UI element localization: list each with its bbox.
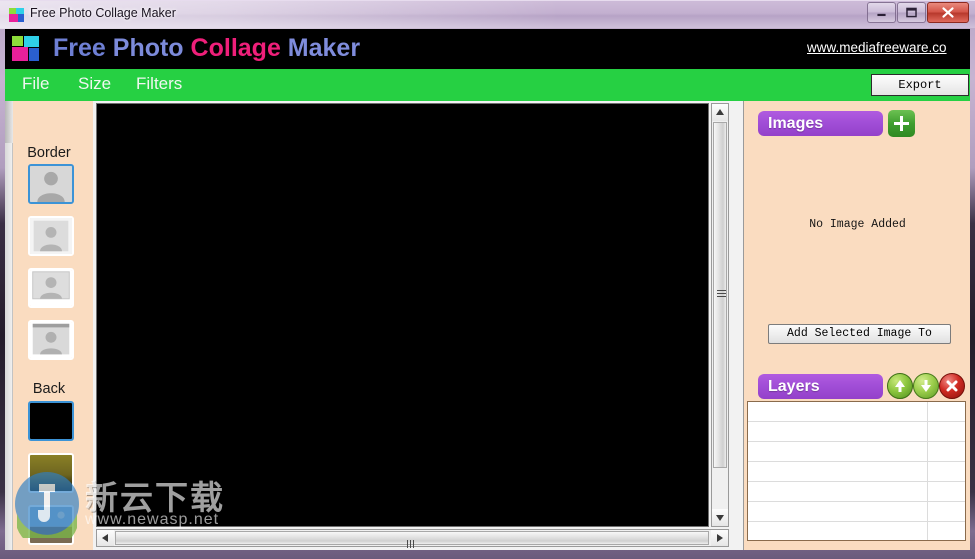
no-image-message: No Image Added <box>809 218 906 231</box>
layers-column-divider <box>927 402 928 540</box>
black-color-fill <box>30 403 72 439</box>
scroll-up-button[interactable] <box>712 104 728 121</box>
website-link[interactable]: www.mediafreeware.co <box>807 40 947 55</box>
sidebar-scrollbar-thumb[interactable] <box>5 101 13 143</box>
plus-icon <box>900 116 903 131</box>
border-section-label: Border <box>27 145 71 161</box>
scroll-right-button[interactable] <box>711 530 728 546</box>
close-icon <box>942 7 954 18</box>
table-row[interactable] <box>748 462 965 482</box>
brand-header: Free Photo Collage Maker www.mediafreewa… <box>5 29 970 69</box>
menu-item-filters[interactable]: Filters <box>136 74 182 94</box>
scroll-grip-icon <box>717 290 726 300</box>
move-layer-down-button[interactable] <box>913 373 939 399</box>
back-swatch-black[interactable] <box>28 401 74 441</box>
back-swatch-photo[interactable] <box>28 505 74 545</box>
canvas-hscroll-thumb[interactable] <box>115 531 709 548</box>
scroll-grip-icon <box>407 535 417 548</box>
add-image-button[interactable] <box>888 110 915 137</box>
canvas-container <box>93 101 743 550</box>
minimize-button[interactable] <box>867 2 896 23</box>
scroll-left-icon <box>102 534 108 542</box>
title-bar[interactable]: Free Photo Collage Maker <box>0 0 975 29</box>
left-sidebar: Border Back <box>5 101 93 550</box>
arrow-up-icon <box>895 380 905 392</box>
table-row[interactable] <box>748 422 965 442</box>
maximize-button[interactable] <box>897 2 926 23</box>
application-window: Free Photo Collage Maker Free Photo Coll… <box>0 0 975 559</box>
menu-item-file[interactable]: File <box>22 74 49 94</box>
right-panel: Images No Image Added Add Selected Image… <box>743 101 970 550</box>
main-body: Border Back Images No Image Added Add Se… <box>5 101 970 550</box>
export-button[interactable]: Export <box>871 74 969 96</box>
scroll-up-icon <box>716 109 724 115</box>
application-content: Free Photo Collage Maker www.mediafreewa… <box>5 29 970 550</box>
border-swatch-2[interactable] <box>28 216 74 256</box>
table-row[interactable] <box>748 482 965 502</box>
scroll-down-button[interactable] <box>712 509 728 526</box>
collage-logo-icon <box>12 36 39 61</box>
app-collage-icon <box>9 8 24 22</box>
table-row[interactable] <box>748 522 965 540</box>
person-placeholder-icon <box>30 218 72 254</box>
delete-x-icon <box>946 380 958 392</box>
border-swatch-4[interactable] <box>28 320 74 360</box>
border-swatch-1[interactable] <box>28 164 74 204</box>
table-row[interactable] <box>748 442 965 462</box>
close-button[interactable] <box>927 2 969 23</box>
images-list[interactable]: No Image Added <box>744 143 970 343</box>
layers-list[interactable] <box>747 401 966 541</box>
arrow-down-icon <box>921 380 931 392</box>
brand-word-maker: Maker <box>287 34 361 62</box>
olive-gradient-fill <box>30 455 72 491</box>
menu-bar: File Size Filters Export <box>5 69 970 101</box>
brand-word-photo: Photo <box>112 34 184 62</box>
page-title: Free Photo Collage Maker <box>53 34 360 63</box>
canvas-vscroll-thumb[interactable] <box>713 122 727 468</box>
collage-canvas[interactable] <box>96 103 709 527</box>
person-placeholder-icon <box>30 270 72 306</box>
layers-section-title: Layers <box>758 374 883 399</box>
person-placeholder-icon <box>30 322 72 358</box>
back-section-label: Back <box>32 381 66 397</box>
menu-item-size[interactable]: Size <box>78 74 111 94</box>
maximize-icon <box>906 7 917 18</box>
delete-layer-button[interactable] <box>939 373 965 399</box>
minimize-icon <box>877 13 886 17</box>
sidebar-scrollbar[interactable] <box>5 101 13 550</box>
window-title: Free Photo Collage Maker <box>30 6 176 20</box>
move-layer-up-button[interactable] <box>887 373 913 399</box>
brand-word-collage: Collage <box>190 34 281 62</box>
canvas-vertical-scrollbar[interactable] <box>711 103 729 527</box>
table-row[interactable] <box>748 502 965 522</box>
canvas-horizontal-scrollbar[interactable] <box>96 529 729 548</box>
back-swatch-olive[interactable] <box>28 453 74 493</box>
landscape-photo-fill <box>30 507 72 543</box>
brand-word-free: Free <box>53 34 106 62</box>
table-row[interactable] <box>748 402 965 422</box>
person-placeholder-icon <box>30 166 72 202</box>
scroll-right-icon <box>717 534 723 542</box>
scroll-down-icon <box>716 515 724 521</box>
images-section-title: Images <box>758 111 883 136</box>
add-selected-image-button[interactable]: Add Selected Image To <box>768 324 951 344</box>
border-swatch-3[interactable] <box>28 268 74 308</box>
scroll-left-button[interactable] <box>97 530 114 546</box>
